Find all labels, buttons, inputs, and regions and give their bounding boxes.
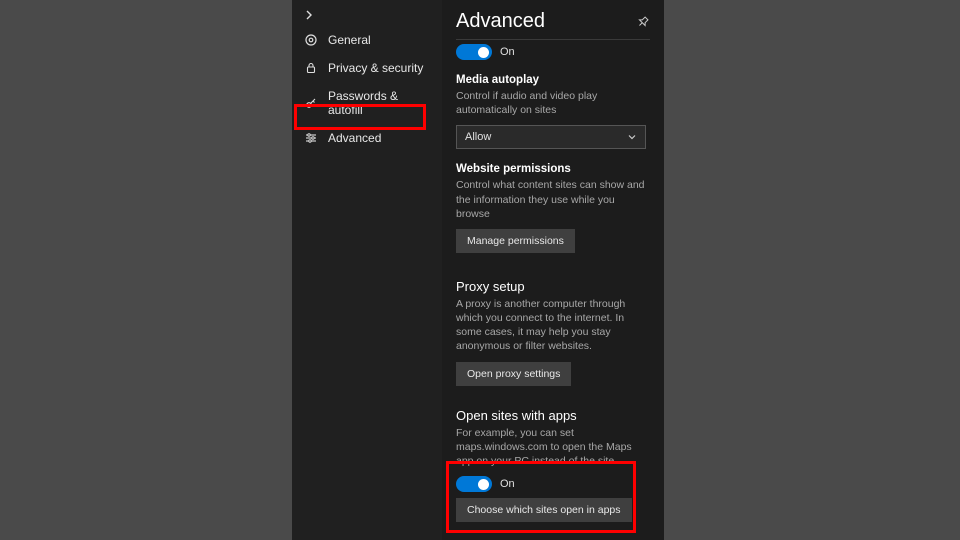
proxy-desc: A proxy is another computer through whic… [456,297,650,354]
chevron-right-icon[interactable] [304,10,442,20]
open-sites-desc: For example, you can set maps.windows.co… [456,426,650,469]
page-title: Advanced [456,10,545,33]
choose-sites-apps-button[interactable]: Choose which sites open in apps [456,498,632,522]
open-sites-toggle-label: On [500,478,515,490]
sliders-icon [304,131,318,145]
header-divider [456,39,650,40]
gear-icon [304,33,318,47]
sidebar-item-privacy[interactable]: Privacy & security [292,54,442,82]
section-website-permissions: Website permissions Control what content… [456,163,650,253]
sidebar-item-label: General [328,33,371,47]
section-media-autoplay: Media autoplay Control if audio and vide… [456,74,650,149]
sidebar-item-passwords[interactable]: Passwords & autofill [292,82,442,124]
top-toggle-row: On [456,44,650,60]
settings-main: Advanced On Media autoplay Control if au… [442,0,664,540]
section-open-sites: Open sites with apps For example, you ca… [456,408,650,523]
open-sites-toggle-row: On [456,476,650,492]
sidebar-item-label: Passwords & autofill [328,89,432,117]
pin-icon[interactable] [636,15,650,29]
sidebar-item-general[interactable]: General [292,26,442,54]
sidebar-item-label: Privacy & security [328,61,423,75]
settings-sidebar: General Privacy & security Passwords & a… [292,0,442,540]
open-sites-toggle[interactable] [456,476,492,492]
manage-permissions-button[interactable]: Manage permissions [456,229,575,253]
lock-icon [304,61,318,75]
website-permissions-title: Website permissions [456,163,650,175]
settings-window: General Privacy & security Passwords & a… [292,0,664,540]
sidebar-item-label: Advanced [328,131,381,145]
chevron-down-icon [627,132,637,142]
media-autoplay-select-value: Allow [465,131,491,143]
open-proxy-settings-button[interactable]: Open proxy settings [456,362,571,386]
top-toggle-label: On [500,46,515,58]
media-autoplay-select[interactable]: Allow [456,125,646,149]
key-icon [304,96,318,110]
sidebar-item-advanced[interactable]: Advanced [292,124,442,152]
media-autoplay-desc: Control if audio and video play automati… [456,89,650,117]
top-toggle[interactable] [456,44,492,60]
open-sites-title: Open sites with apps [456,408,650,423]
media-autoplay-title: Media autoplay [456,74,650,86]
proxy-title: Proxy setup [456,279,650,294]
section-proxy: Proxy setup A proxy is another computer … [456,279,650,386]
website-permissions-desc: Control what content sites can show and … [456,178,650,221]
